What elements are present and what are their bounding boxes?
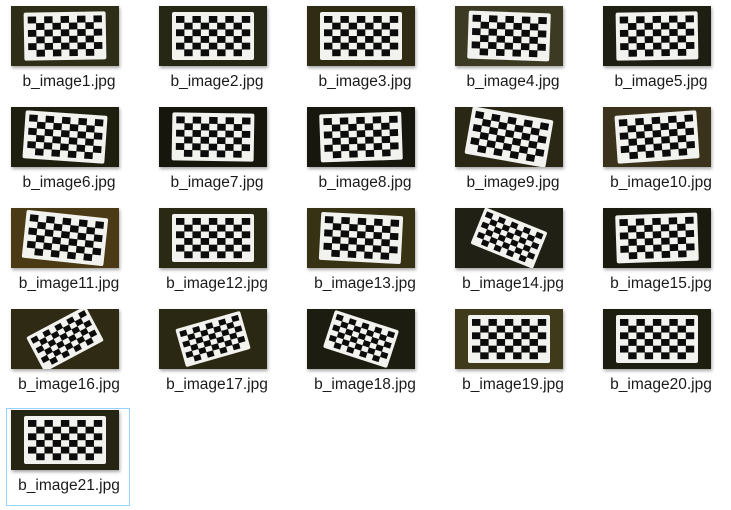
- checkerboard-thumbnail-icon: [603, 6, 711, 66]
- file-thumbnail: [159, 107, 267, 167]
- checkerboard-thumbnail-icon: [159, 6, 267, 66]
- file-item[interactable]: b_image15.jpg: [598, 206, 722, 304]
- checkerboard-thumbnail-icon: [159, 309, 267, 369]
- file-name-label: b_image19.jpg: [462, 376, 564, 393]
- file-item[interactable]: b_image10.jpg: [598, 105, 722, 203]
- file-name-label: b_image2.jpg: [170, 73, 264, 90]
- checkerboard-thumbnail-icon: [307, 309, 415, 369]
- file-item[interactable]: b_image6.jpg: [6, 105, 130, 203]
- file-name-label: b_image13.jpg: [314, 275, 416, 292]
- checkerboard-thumbnail-icon: [603, 309, 711, 369]
- checkerboard-thumbnail-icon: [455, 309, 563, 369]
- file-item[interactable]: b_image16.jpg: [6, 307, 130, 405]
- file-name-label: b_image18.jpg: [314, 376, 416, 393]
- file-name-label: b_image1.jpg: [22, 73, 116, 90]
- checkerboard-thumbnail-icon: [11, 208, 119, 268]
- file-item[interactable]: b_image17.jpg: [154, 307, 278, 405]
- file-thumbnail: [11, 107, 119, 167]
- file-thumbnail: [11, 6, 119, 66]
- file-item[interactable]: b_image18.jpg: [302, 307, 426, 405]
- checkerboard-thumbnail-icon: [159, 208, 267, 268]
- checkerboard-thumbnail-icon: [11, 410, 119, 470]
- checkerboard-thumbnail-icon: [455, 208, 563, 268]
- file-name-label: b_image12.jpg: [166, 275, 268, 292]
- file-item[interactable]: b_image14.jpg: [450, 206, 574, 304]
- file-item[interactable]: b_image20.jpg: [598, 307, 722, 405]
- file-name-label: b_image4.jpg: [466, 73, 560, 90]
- file-item[interactable]: b_image21.jpg: [6, 408, 130, 506]
- file-item[interactable]: b_image19.jpg: [450, 307, 574, 405]
- file-item[interactable]: b_image7.jpg: [154, 105, 278, 203]
- file-item[interactable]: b_image11.jpg: [6, 206, 130, 304]
- file-thumbnail: [603, 208, 711, 268]
- file-item[interactable]: b_image2.jpg: [154, 4, 278, 102]
- file-thumbnail: [455, 309, 563, 369]
- file-name-label: b_image7.jpg: [170, 174, 264, 191]
- file-item[interactable]: b_image5.jpg: [598, 4, 722, 102]
- file-thumbnail: [159, 6, 267, 66]
- file-thumbnail: [159, 208, 267, 268]
- file-item[interactable]: b_image12.jpg: [154, 206, 278, 304]
- file-name-label: b_image5.jpg: [614, 73, 708, 90]
- file-item[interactable]: b_image3.jpg: [302, 4, 426, 102]
- file-name-label: b_image3.jpg: [318, 73, 412, 90]
- checkerboard-thumbnail-icon: [603, 208, 711, 268]
- file-thumbnail: [11, 410, 119, 470]
- file-name-label: b_image8.jpg: [318, 174, 412, 191]
- file-thumbnail: [11, 208, 119, 268]
- file-thumbnail: [603, 107, 711, 167]
- file-name-label: b_image15.jpg: [610, 275, 712, 292]
- file-grid: b_image1.jpg b_image2.jpg b_image3.jpg b_im…: [0, 0, 731, 510]
- file-name-label: b_image6.jpg: [22, 174, 116, 191]
- file-item[interactable]: b_image8.jpg: [302, 105, 426, 203]
- checkerboard-thumbnail-icon: [455, 107, 563, 167]
- file-item[interactable]: b_image13.jpg: [302, 206, 426, 304]
- checkerboard-thumbnail-icon: [307, 208, 415, 268]
- checkerboard-thumbnail-icon: [11, 107, 119, 167]
- file-item[interactable]: b_image1.jpg: [6, 4, 130, 102]
- checkerboard-thumbnail-icon: [455, 6, 563, 66]
- checkerboard-thumbnail-icon: [11, 6, 119, 66]
- file-name-label: b_image10.jpg: [610, 174, 712, 191]
- file-thumbnail: [603, 309, 711, 369]
- file-thumbnail: [307, 208, 415, 268]
- checkerboard-thumbnail-icon: [603, 107, 711, 167]
- checkerboard-thumbnail-icon: [11, 309, 119, 369]
- file-item[interactable]: b_image9.jpg: [450, 105, 574, 203]
- file-name-label: b_image11.jpg: [18, 275, 120, 292]
- checkerboard-thumbnail-icon: [159, 107, 267, 167]
- file-thumbnail: [11, 309, 119, 369]
- file-thumbnail: [455, 107, 563, 167]
- file-thumbnail: [603, 6, 711, 66]
- file-name-label: b_image21.jpg: [18, 477, 120, 494]
- file-thumbnail: [307, 309, 415, 369]
- file-thumbnail: [307, 107, 415, 167]
- file-thumbnail: [307, 6, 415, 66]
- file-thumbnail: [455, 6, 563, 66]
- file-name-label: b_image16.jpg: [18, 376, 120, 393]
- checkerboard-thumbnail-icon: [307, 107, 415, 167]
- file-thumbnail: [159, 309, 267, 369]
- file-name-label: b_image20.jpg: [610, 376, 712, 393]
- checkerboard-thumbnail-icon: [307, 6, 415, 66]
- file-name-label: b_image9.jpg: [466, 174, 560, 191]
- file-thumbnail: [455, 208, 563, 268]
- file-name-label: b_image17.jpg: [166, 376, 268, 393]
- file-name-label: b_image14.jpg: [462, 275, 564, 292]
- file-item[interactable]: b_image4.jpg: [450, 4, 574, 102]
